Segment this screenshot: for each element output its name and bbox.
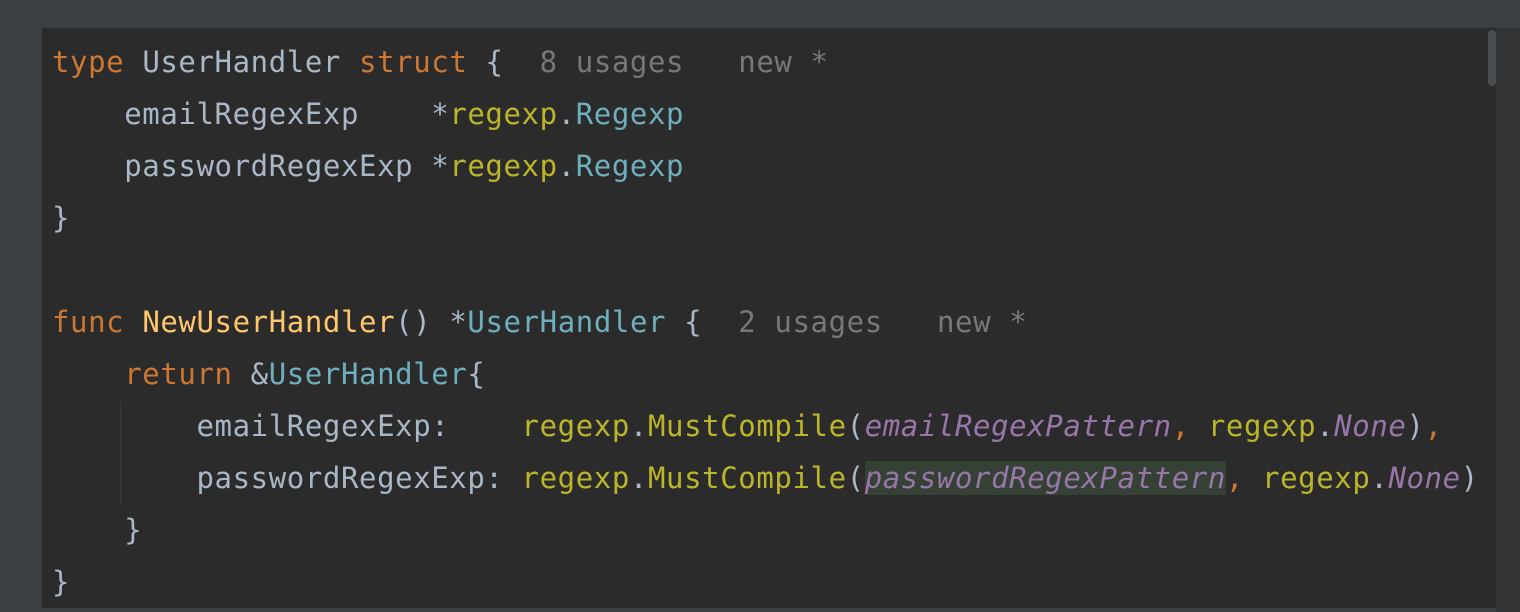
code-token: . <box>629 409 648 443</box>
code-text: } <box>52 504 142 556</box>
code-token: ( <box>846 409 865 443</box>
code-text: } <box>52 556 70 608</box>
code-token: , <box>1171 409 1208 443</box>
code-text: return &UserHandler{ <box>52 348 485 400</box>
indent-guide <box>120 402 121 506</box>
error-stripe <box>1496 28 1520 612</box>
code-text: emailRegexExp *regexp.Regexp <box>52 88 684 140</box>
code-token: UserHandler <box>268 357 468 391</box>
code-token: struct <box>359 45 468 79</box>
code-token: & <box>232 357 269 391</box>
code-token: type <box>52 45 125 79</box>
code-token: { <box>467 45 504 79</box>
code-token: MustCompile <box>647 461 847 495</box>
code-text: func NewUserHandler() *UserHandler { 2 u… <box>52 296 1027 348</box>
code-text: type UserHandler struct { 8 usages new * <box>52 36 829 88</box>
ide-window: type UserHandler struct { 8 usages new *… <box>0 0 1520 612</box>
code-token: emailRegexPattern <box>864 409 1172 443</box>
code-token: passwordRegexExp * <box>52 149 450 183</box>
code-token: func <box>52 305 125 339</box>
code-token: ) <box>1406 409 1425 443</box>
code-token: Regexp <box>575 97 685 131</box>
code-token: } <box>52 565 71 599</box>
code-token: regexp <box>449 149 558 183</box>
code-token: None <box>1334 409 1407 443</box>
code-token: return <box>124 357 233 391</box>
code-token: None <box>1388 461 1461 495</box>
code-text: } <box>52 192 70 244</box>
inlay-hint[interactable]: 8 usages new * <box>504 45 829 79</box>
code-token: regexp <box>1262 461 1371 495</box>
code-token: ( <box>846 461 865 495</box>
code-text: passwordRegexExp *regexp.Regexp <box>52 140 684 192</box>
code-text: passwordRegexExp: regexp.MustCompile(pas… <box>52 452 1479 504</box>
code-token: passwordRegexExp: <box>52 461 522 495</box>
code-token: . <box>1370 461 1389 495</box>
code-token: , <box>1225 461 1263 495</box>
vertical-scrollbar[interactable] <box>1488 30 1496 86</box>
code-token: , <box>1424 409 1443 443</box>
inlay-hint[interactable]: 2 usages new * <box>702 305 1027 339</box>
code-token: } <box>52 513 143 547</box>
code-token: } <box>52 201 71 235</box>
code-token: emailRegexExp: <box>52 409 522 443</box>
code-text: emailRegexExp: regexp.MustCompile(emailR… <box>52 400 1443 452</box>
code-token: . <box>557 97 576 131</box>
code-token: ) <box>1460 461 1479 495</box>
code-token: NewUserHandler <box>142 305 396 339</box>
code-token: regexp <box>1207 409 1317 443</box>
code-token: regexp <box>449 97 558 131</box>
code-token: UserHandler <box>142 45 341 79</box>
code-editor[interactable]: type UserHandler struct { 8 usages new *… <box>42 28 1496 608</box>
code-token: { <box>467 357 486 391</box>
code-token: emailRegexExp * <box>52 97 450 131</box>
code-token: UserHandler <box>467 305 667 339</box>
code-token: . <box>557 149 576 183</box>
code-token: regexp <box>521 461 630 495</box>
code-token: . <box>1316 409 1335 443</box>
code-token: () * <box>395 305 468 339</box>
code-token: { <box>666 305 703 339</box>
code-token: Regexp <box>575 149 685 183</box>
code-token: . <box>629 461 648 495</box>
code-token: MustCompile <box>647 409 847 443</box>
code-token: passwordRegexPattern <box>864 461 1226 495</box>
code-token: regexp <box>521 409 630 443</box>
